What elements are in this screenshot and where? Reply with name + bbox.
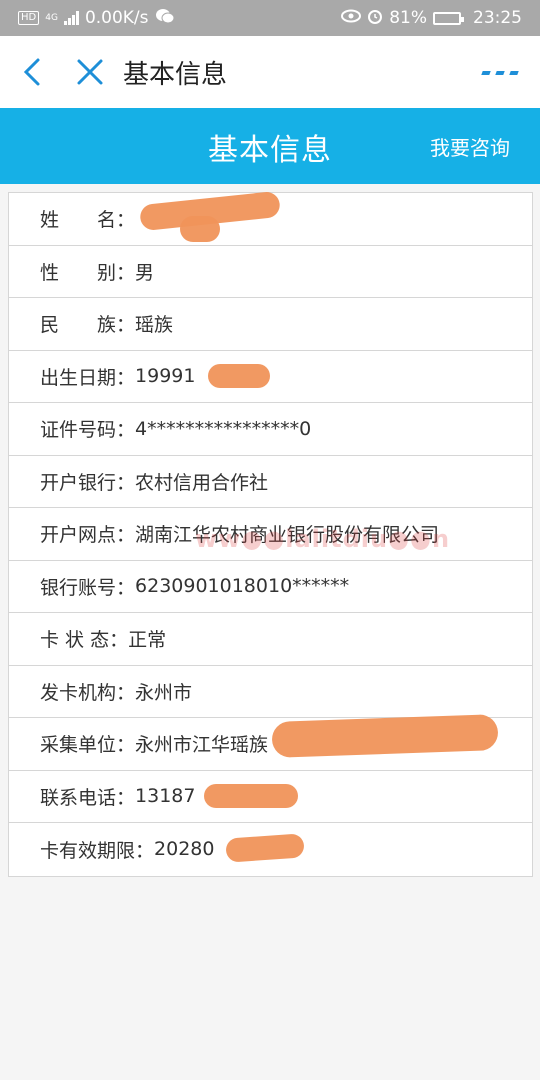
more-dot-icon: [481, 71, 491, 75]
battery-percent: 81%: [389, 8, 427, 28]
info-value: 瑶族: [135, 314, 174, 337]
info-row: 证件号码： 4****************0: [9, 403, 532, 456]
info-row: 民 族： 瑶族: [9, 298, 532, 351]
consult-button[interactable]: 我要咨询: [430, 132, 510, 161]
more-dot-icon: [495, 71, 505, 75]
close-icon: [77, 59, 103, 85]
hd-badge: HD: [18, 11, 40, 25]
alarm-icon: [367, 8, 383, 29]
info-value: 永州市江华瑶族: [135, 734, 269, 757]
info-row: 出生日期： 19991: [9, 351, 532, 403]
info-label: 卡 状 态：: [40, 629, 129, 652]
info-row: 卡 状 态： 正常: [9, 613, 532, 666]
info-value: 正常: [128, 629, 167, 652]
signal-icon: [63, 11, 79, 25]
network-speed: 0.00K/s: [84, 8, 149, 28]
nav-bar: 基本信息: [0, 36, 540, 108]
info-value: 永州市: [135, 681, 193, 704]
info-value: 农村信用合作社: [135, 471, 269, 494]
more-button[interactable]: [481, 68, 519, 78]
redaction-mark: [204, 784, 298, 808]
info-label: 银行账号：: [40, 576, 136, 599]
network-type: 4G: [45, 13, 58, 23]
info-row: 银行账号： 6230901018010******: [9, 561, 532, 613]
redaction-mark: [180, 216, 220, 242]
info-label: 发卡机构：: [40, 681, 136, 704]
more-dot-icon: [509, 71, 519, 75]
status-left: HD 4G 0.00K/s: [18, 8, 175, 29]
redaction-mark: [208, 364, 270, 388]
page-header: 基本信息 我要咨询: [0, 108, 540, 184]
info-row: 发卡机构： 永州市: [9, 666, 532, 718]
info-value: 13187: [135, 785, 196, 808]
nav-title: 基本信息: [123, 60, 228, 90]
info-label: 出生日期：: [40, 366, 136, 389]
info-label: 采集单位：: [40, 734, 136, 757]
info-label: 开户银行：: [40, 471, 136, 494]
clock: 23:25: [473, 8, 522, 28]
close-button[interactable]: [74, 56, 106, 88]
info-value: 6230901018010******: [135, 575, 350, 598]
watermark: ww●●lalitdiu●●n: [195, 525, 451, 553]
info-value: 男: [135, 261, 155, 284]
info-value: 20280: [154, 838, 215, 861]
info-label: 开户网点：: [40, 524, 136, 547]
status-bar: HD 4G 0.00K/s 81% 23:25: [0, 0, 540, 36]
info-label: 卡有效期限：: [40, 839, 155, 862]
info-label: 性 别：: [40, 261, 136, 284]
back-button[interactable]: [18, 56, 48, 88]
info-value: 4****************0: [135, 417, 312, 440]
info-row: 性 别：男: [9, 246, 532, 298]
info-value: 19991: [135, 365, 196, 388]
wechat-icon: [155, 8, 175, 29]
back-arrow-icon: [23, 58, 40, 86]
info-label: 姓 名：: [40, 209, 136, 232]
info-row: 开户银行： 农村信用合作社: [9, 456, 532, 508]
info-label: 民 族：: [40, 314, 136, 337]
eye-icon: [341, 8, 362, 28]
status-right: 81% 23:25: [341, 8, 522, 29]
info-label: 证件号码：: [40, 419, 136, 442]
info-label: 联系电话：: [40, 786, 136, 809]
battery-icon: [433, 11, 464, 25]
